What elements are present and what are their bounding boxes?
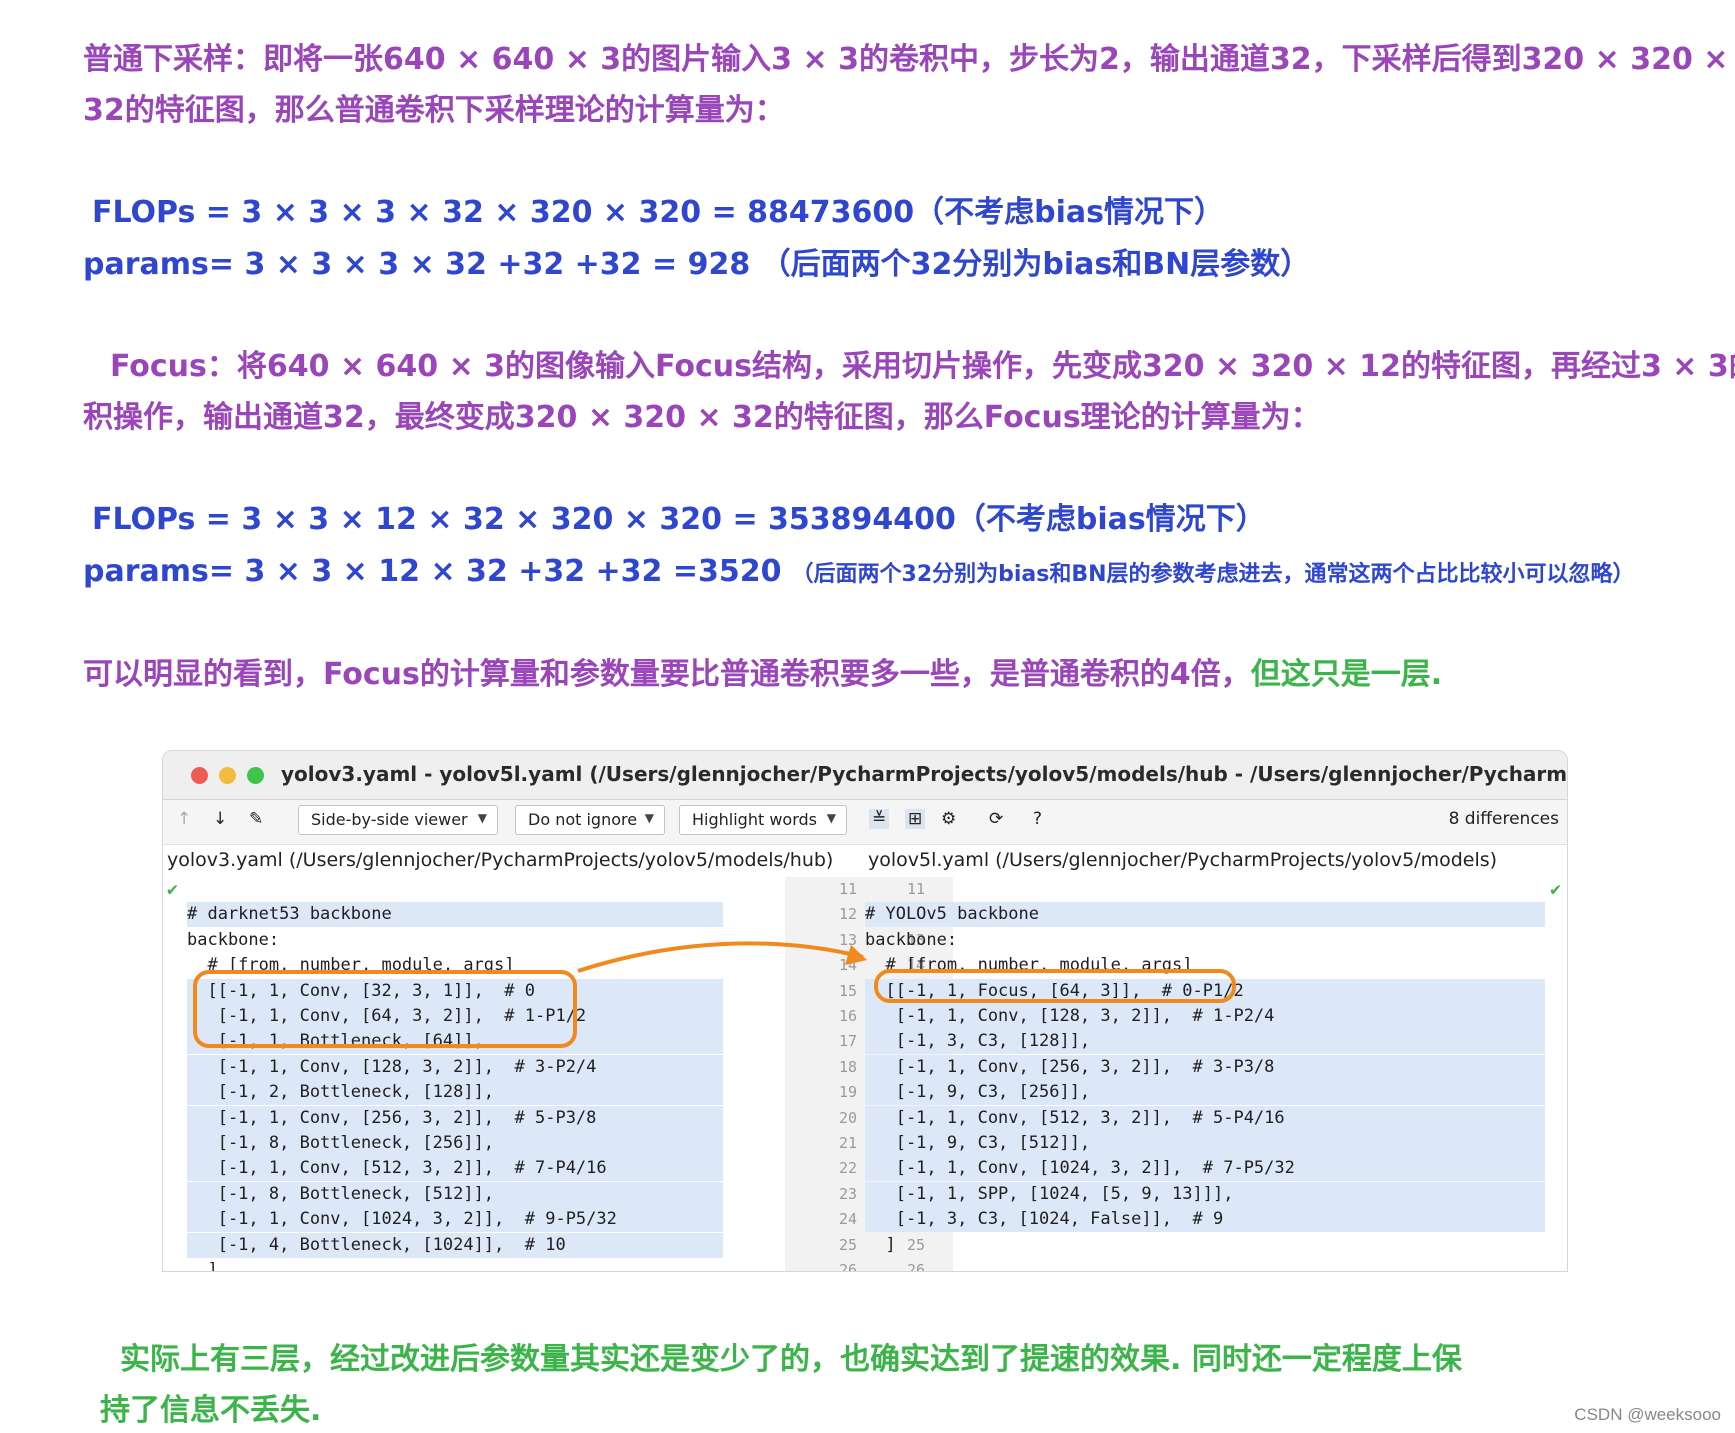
watermark: CSDN @weeksooo: [1574, 1405, 1721, 1424]
final-line1: 实际上有三层，经过改进后参数量其实还是变少了的，也确实达到了提速的效果. 同时还…: [120, 1342, 1462, 1377]
flops-normal: FLOPs = 3 × 3 × 3 × 32 × 320 × 320 = 884…: [92, 195, 1225, 230]
params-focus-main: params= 3 × 3 × 12 × 32 +32 +32 =3520: [83, 554, 782, 589]
chevron-down-icon: ▼: [826, 811, 836, 825]
right-highlight-box: [874, 969, 1236, 1003]
maximize-icon[interactable]: [247, 767, 264, 784]
edit-icon[interactable]: ✎: [249, 809, 263, 829]
gear-icon[interactable]: ⚙: [941, 809, 956, 829]
final-line2: 持了信息不丢失.: [100, 1393, 322, 1428]
ignore-dropdown[interactable]: Do not ignore ▼: [515, 805, 665, 835]
conclusion: 可以明显的看到，Focus的计算量和参数量要比普通卷积要多一些，是普通卷积的4倍…: [83, 655, 1442, 695]
sync-scroll-icon[interactable]: ⊞: [905, 809, 926, 829]
conclusion-purple: 可以明显的看到，Focus的计算量和参数量要比普通卷积要多一些，是普通卷积的4倍…: [83, 657, 1251, 692]
diff-window: yolov3.yaml - yolov5l.yaml (/Users/glenn…: [162, 750, 1568, 1272]
para2-line1: Focus：将640 × 640 × 3的图像输入Focus结构，采用切片操作，…: [110, 349, 1735, 384]
refresh-icon[interactable]: ⟳: [989, 809, 1003, 829]
para1-line1: 普通下采样：即将一张640 × 640 × 3的图片输入3 × 3的卷积中，步长…: [83, 42, 1729, 77]
collapse-icon[interactable]: ≚: [869, 809, 890, 829]
diff-toolbar: ↑ ↓ ✎ Side-by-side viewer ▼ Do not ignore…: [163, 800, 1567, 845]
minimize-icon[interactable]: [219, 767, 236, 784]
ignore-dropdown-label: Do not ignore: [528, 810, 638, 829]
window-title: yolov3.yaml - yolov5l.yaml (/Users/glenn…: [281, 762, 1568, 786]
viewer-dropdown[interactable]: Side-by-side viewer ▼: [298, 805, 498, 835]
para2-line2: 积操作，输出通道32，最终变成320 × 320 × 32的特征图，那么Focu…: [83, 400, 1321, 435]
left-file-path: yolov3.yaml (/Users/glennjocher/PycharmP…: [167, 849, 834, 871]
params-normal: params= 3 × 3 × 3 × 32 +32 +32 = 928 （后面…: [83, 247, 1311, 282]
highlight-dropdown[interactable]: Highlight words ▼: [679, 805, 847, 835]
arrow-up-icon[interactable]: ↑: [177, 809, 191, 829]
params-focus-note: （后面两个32分别为bias和BN层的参数考虑进去，通常这两个占比比较小可以忽略…: [791, 562, 1635, 587]
annotation-overlay: [193, 941, 1236, 1048]
diff-code-area: # darknet53 backbone backbone: # [from, n…: [163, 877, 1567, 1271]
close-icon[interactable]: [191, 767, 208, 784]
viewer-dropdown-label: Side-by-side viewer: [311, 810, 468, 829]
left-highlight-box: [193, 970, 577, 1048]
arrow-head-icon: [845, 945, 867, 965]
highlight-dropdown-label: Highlight words: [692, 810, 817, 829]
chevron-down-icon: ▼: [477, 811, 487, 825]
conclusion-green: 但这只是一层.: [1250, 657, 1443, 692]
annotation-arrow: [577, 941, 864, 973]
params-focus: params= 3 × 3 × 12 × 32 +32 +32 =3520 （后面…: [83, 552, 1635, 595]
chevron-down-icon: ▼: [644, 811, 654, 825]
para1-line2: 32的特征图，那么普通卷积下采样理论的计算量为：: [83, 93, 785, 128]
file-paths: yolov3.yaml (/Users/glennjocher/PycharmP…: [163, 845, 1567, 877]
right-file-path: yolov5l.yaml (/Users/glennjocher/Pycharm…: [868, 849, 1498, 871]
arrow-down-icon[interactable]: ↓: [213, 809, 227, 829]
window-titlebar: yolov3.yaml - yolov5l.yaml (/Users/glenn…: [163, 751, 1567, 800]
help-icon[interactable]: ?: [1033, 809, 1042, 829]
flops-focus: FLOPs = 3 × 3 × 12 × 32 × 320 × 320 = 35…: [92, 502, 1266, 537]
differences-count: 8 differences: [1448, 809, 1559, 829]
